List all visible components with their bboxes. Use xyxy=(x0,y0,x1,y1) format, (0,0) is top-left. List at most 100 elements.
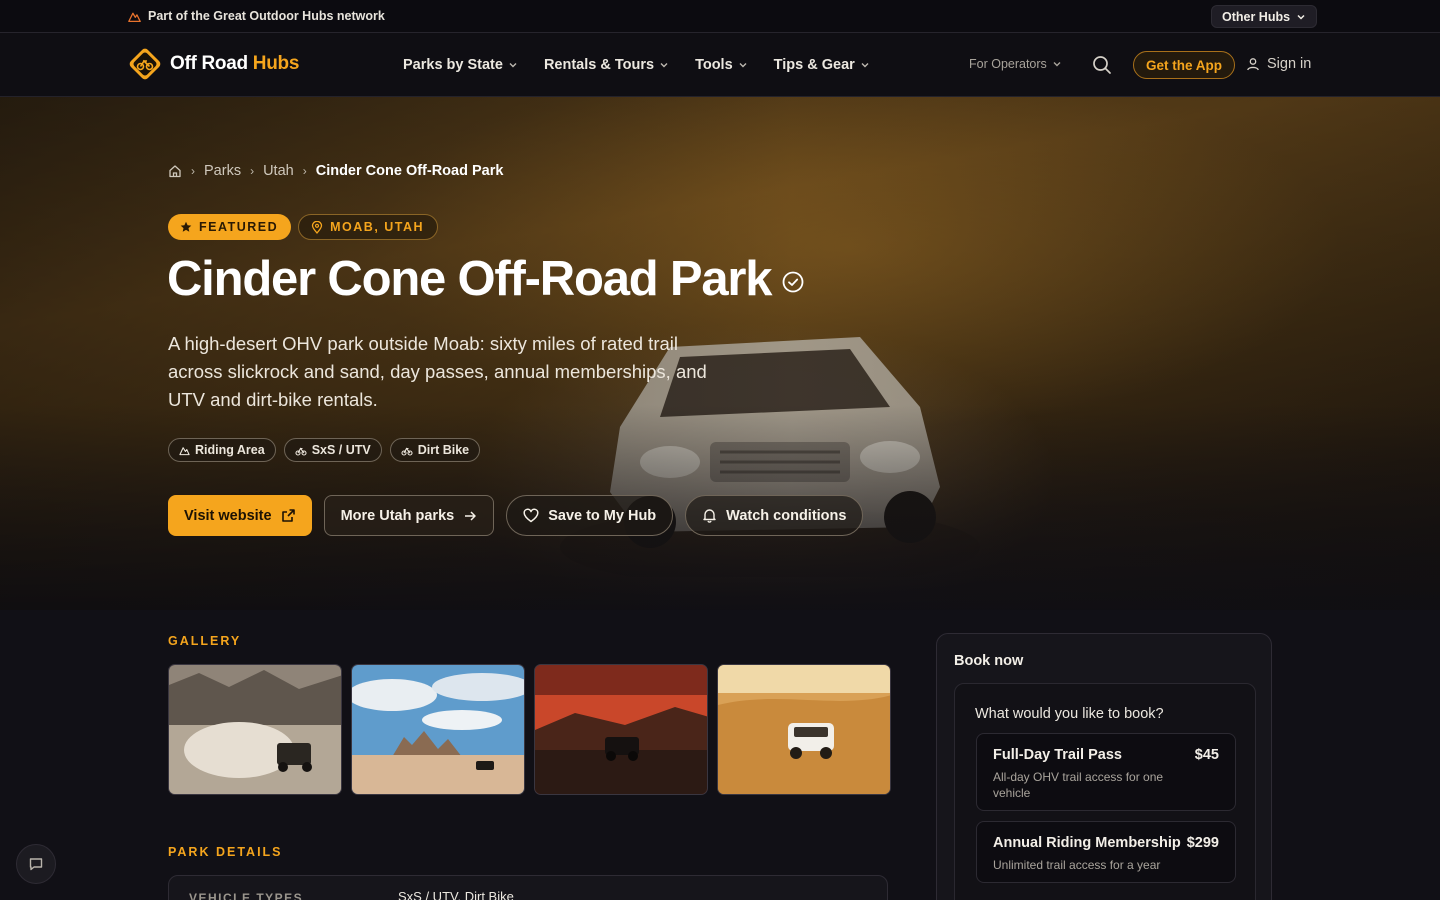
option-description: All-day OHV trail access for one vehicle xyxy=(993,770,1164,800)
breadcrumb-utah[interactable]: Utah xyxy=(263,163,294,179)
logo-text-primary: Off Road xyxy=(170,53,248,74)
menu-label: Tips & Gear xyxy=(773,57,855,73)
menu-label: Parks by State xyxy=(403,57,503,73)
visit-website-label: Visit website xyxy=(184,507,272,524)
tag-sxs-utv[interactable]: SxS / UTV xyxy=(283,438,382,462)
watch-label: Watch conditions xyxy=(726,507,847,524)
menu-label: Tools xyxy=(695,57,733,73)
hero-section: › Parks › Utah › Cinder Cone Off-Road Pa… xyxy=(0,97,1440,610)
mountain-icon xyxy=(128,12,141,22)
visit-website-button[interactable]: Visit website xyxy=(168,495,312,536)
tag-riding-area[interactable]: Riding Area xyxy=(168,438,276,462)
park-details-heading: PARK DETAILS xyxy=(168,845,283,859)
arrow-right-icon xyxy=(465,510,476,521)
breadcrumb-parks[interactable]: Parks xyxy=(204,163,241,179)
tag-label: Dirt Bike xyxy=(417,443,470,457)
more-parks-label: More Utah parks xyxy=(340,507,455,524)
user-icon xyxy=(1247,58,1259,71)
breadcrumb-current: Cinder Cone Off-Road Park xyxy=(315,163,504,179)
heart-icon xyxy=(523,508,539,523)
network-text: Part of the Great Outdoor Hubs network xyxy=(148,9,385,23)
booking-panel: Book now What would you like to book? Fu… xyxy=(936,633,1272,900)
more-utah-parks-button[interactable]: More Utah parks xyxy=(323,495,495,536)
location-badge[interactable]: MOAB, UTAH xyxy=(298,214,439,240)
option-name: Annual Riding Membership xyxy=(993,835,1181,851)
chevron-down-icon xyxy=(1053,62,1061,67)
gallery-photo-dust-truck xyxy=(169,665,341,794)
menu-tools[interactable]: Tools xyxy=(695,57,748,73)
operators-label: For Operators xyxy=(969,57,1047,71)
logo-mark-icon xyxy=(129,48,161,80)
tag-label: SxS / UTV xyxy=(311,443,371,457)
booking-title: Book now xyxy=(954,653,1024,669)
logo-text: Off Road Hubs xyxy=(170,53,299,75)
gallery-thumbnail[interactable] xyxy=(534,664,708,795)
menu-parks-by-state[interactable]: Parks by State xyxy=(403,57,518,73)
breadcrumb: › Parks › Utah › Cinder Cone Off-Road Pa… xyxy=(168,163,503,179)
booking-question: What would you like to book? xyxy=(975,706,1164,722)
for-operators-menu[interactable]: For Operators xyxy=(969,57,1062,71)
featured-label: FEATURED xyxy=(199,220,279,234)
chevron-down-icon xyxy=(739,63,747,68)
booking-option-day-pass[interactable]: Full-Day Trail Pass $45 All-day OHV trai… xyxy=(976,733,1236,811)
chat-button[interactable] xyxy=(16,844,56,884)
search-icon[interactable] xyxy=(1091,54,1113,76)
option-description: Unlimited trail access for a year xyxy=(993,858,1161,872)
network-bar: Part of the Great Outdoor Hubs network O… xyxy=(0,0,1440,33)
logo-text-accent: Hubs xyxy=(252,53,300,74)
gallery-thumbnail[interactable] xyxy=(351,664,525,795)
chevron-down-icon xyxy=(861,63,869,68)
gallery-photo-sunset-jeep xyxy=(535,665,707,794)
star-icon xyxy=(180,221,192,232)
get-the-app-button[interactable]: Get the App xyxy=(1133,51,1235,79)
dirt-bike-icon xyxy=(401,447,413,456)
site-logo[interactable]: Off Road Hubs xyxy=(128,47,299,81)
park-name: Cinder Cone Off-Road Park xyxy=(167,252,773,306)
hero-actions: Visit website More Utah parks Save to My… xyxy=(168,495,864,536)
utv-icon xyxy=(295,447,307,456)
chat-icon xyxy=(29,858,43,871)
menu-label: Rentals & Tours xyxy=(543,57,655,73)
watch-conditions-button[interactable]: Watch conditions xyxy=(685,495,864,536)
gallery-heading: GALLERY xyxy=(168,634,242,648)
other-hubs-dropdown[interactable]: Other Hubs xyxy=(1211,5,1318,28)
tag-dirt-bike[interactable]: Dirt Bike xyxy=(389,438,481,462)
booking-option-membership[interactable]: Annual Riding Membership $299 Unlimited … xyxy=(976,821,1236,883)
network-notice: Part of the Great Outdoor Hubs network xyxy=(128,9,385,23)
option-price: $299 xyxy=(1186,835,1219,851)
booking-options-card: What would you like to book? Full-Day Tr… xyxy=(954,683,1256,900)
gallery-photo-desert-rocks xyxy=(352,665,524,794)
primary-menu: Parks by State Rentals & Tours Tools Tip… xyxy=(403,33,870,97)
home-icon[interactable] xyxy=(168,164,182,178)
photo-gallery xyxy=(168,664,891,795)
sign-in-link[interactable]: Sign in xyxy=(1246,56,1311,72)
details-value-vehicle-types: SxS / UTV, Dirt Bike xyxy=(398,889,514,900)
option-name: Full-Day Trail Pass xyxy=(993,747,1122,763)
activity-tags: Riding Area SxS / UTV Dirt Bike xyxy=(168,438,481,462)
breadcrumb-separator: › xyxy=(191,164,195,178)
option-price: $45 xyxy=(1194,747,1219,763)
main-nav: Off Road Hubs Parks by State Rentals & T… xyxy=(0,33,1440,97)
chevron-down-icon xyxy=(1297,14,1305,20)
hero-content: › Parks › Utah › Cinder Cone Off-Road Pa… xyxy=(0,97,1440,610)
badge-row: FEATURED MOAB, UTAH xyxy=(168,214,439,240)
breadcrumb-separator: › xyxy=(302,164,307,178)
pin-icon xyxy=(311,220,323,234)
gallery-thumbnail[interactable] xyxy=(717,664,891,795)
menu-rentals-tours[interactable]: Rentals & Tours xyxy=(544,57,669,73)
featured-badge: FEATURED xyxy=(168,214,292,240)
page-title: Cinder Cone Off-Road Park xyxy=(167,251,805,307)
gallery-photo-dune-suv xyxy=(718,665,890,794)
breadcrumb-separator: › xyxy=(250,164,255,178)
external-link-icon xyxy=(281,509,295,522)
tag-label: Riding Area xyxy=(195,443,265,457)
menu-tips-gear[interactable]: Tips & Gear xyxy=(774,57,870,73)
details-key-vehicle-types: VEHICLE TYPES xyxy=(189,891,304,900)
save-to-hub-button[interactable]: Save to My Hub xyxy=(506,495,674,536)
other-hubs-label: Other Hubs xyxy=(1222,9,1291,24)
mountain-icon xyxy=(179,446,190,455)
gallery-thumbnail[interactable] xyxy=(168,664,342,795)
save-label: Save to My Hub xyxy=(548,507,657,524)
chevron-down-icon xyxy=(660,63,668,68)
park-details-card: VEHICLE TYPES SxS / UTV, Dirt Bike xyxy=(168,875,888,900)
